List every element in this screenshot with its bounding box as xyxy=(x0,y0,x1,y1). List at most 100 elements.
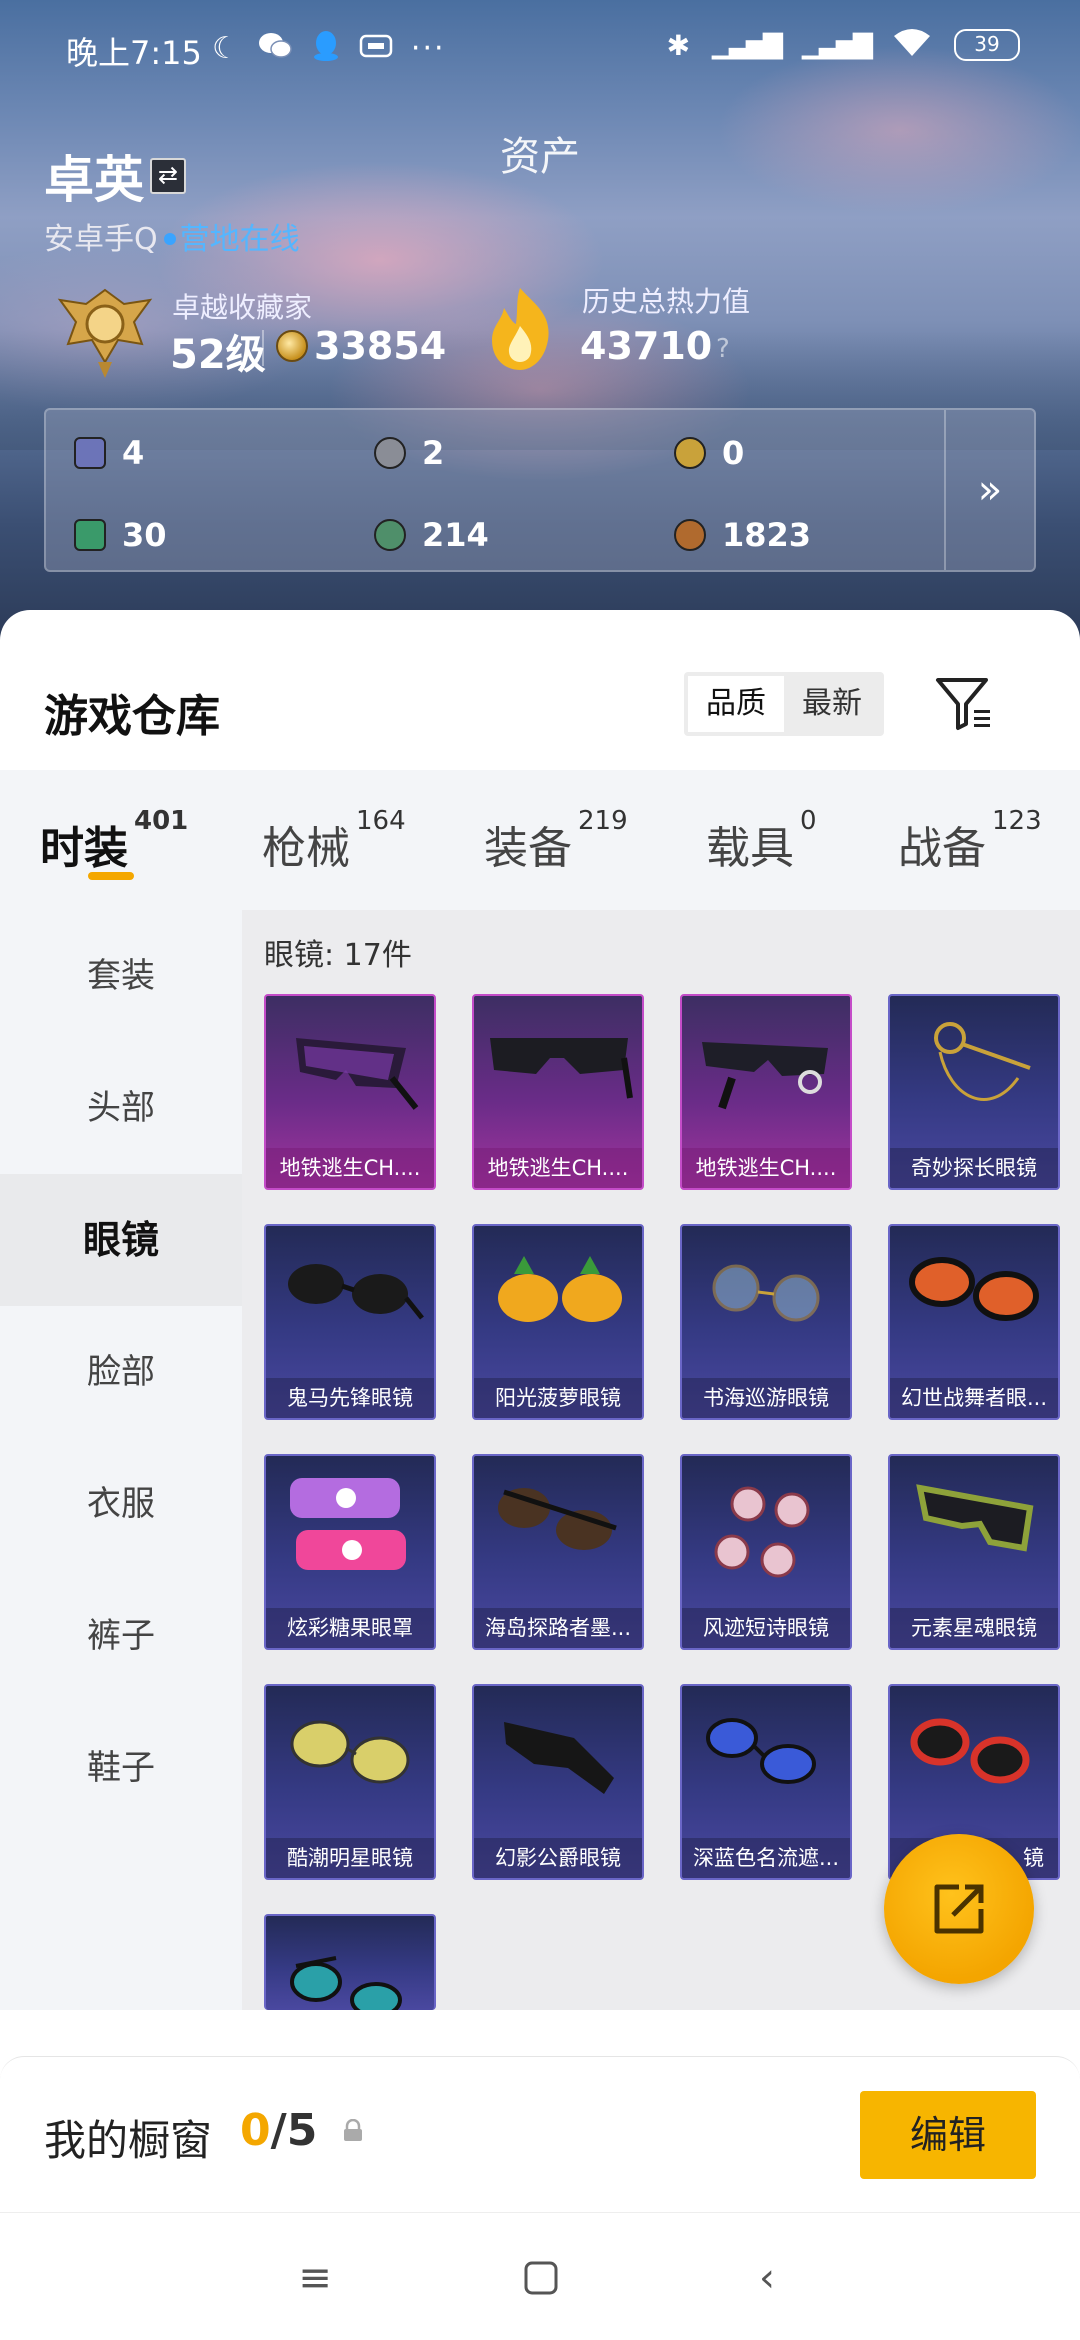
tab-weapons[interactable]: 枪械164 xyxy=(262,806,406,876)
currency-stats-panel[interactable]: 4 2 0 30 214 1823 » xyxy=(44,408,1036,572)
filter-icon[interactable] xyxy=(934,674,994,734)
jade-coin-icon xyxy=(374,519,406,551)
silver-coin-icon xyxy=(374,437,406,469)
online-dot-icon xyxy=(163,232,176,245)
item-name: 海岛探路者墨... xyxy=(474,1608,642,1648)
share-icon xyxy=(934,1884,984,1934)
tab-count: 164 xyxy=(356,806,406,836)
stat-value: 30 xyxy=(122,516,167,554)
item-name: 元素星魂眼镜 xyxy=(890,1608,1058,1648)
brown-sunglasses-icon xyxy=(498,1488,617,1550)
heat-value: 43710 xyxy=(580,324,713,368)
item-card[interactable]: 幻影公爵眼镜 xyxy=(472,1684,644,1880)
sidebar-item-head[interactable]: 头部 xyxy=(0,1042,242,1174)
menu-icon[interactable]: ≡ xyxy=(290,2253,340,2303)
tab-vehicles[interactable]: 载具0 xyxy=(706,806,817,876)
switch-account-button[interactable]: ⇄ xyxy=(150,158,186,194)
stat-item: 0 xyxy=(674,434,744,472)
item-card[interactable]: 幻世战舞者眼... xyxy=(888,1224,1060,1420)
online-status: 营地在线 xyxy=(179,222,300,257)
qq-icon xyxy=(311,30,341,66)
status-time: 晚上7:15 xyxy=(66,34,202,72)
bronze-coin-icon xyxy=(674,519,706,551)
pineapple-glasses-icon xyxy=(498,1256,622,1322)
item-card[interactable]: 酷潮明星眼镜 xyxy=(264,1684,436,1880)
share-button[interactable] xyxy=(884,1834,1034,1984)
rank-medal-icon xyxy=(57,288,153,378)
item-name: 阳光菠萝眼镜 xyxy=(474,1378,642,1418)
item-card[interactable]: 深蓝色名流遮... xyxy=(680,1684,852,1880)
item-card[interactable] xyxy=(264,1914,436,2010)
sort-newest-button[interactable]: 最新 xyxy=(784,676,880,732)
category-tabs: 时装401 枪械164 装备219 载具0 战备123 xyxy=(0,770,1080,920)
item-card[interactable]: 鬼马先锋眼镜 xyxy=(264,1224,436,1420)
item-card[interactable]: 地铁逃生CH.... xyxy=(264,994,436,1190)
item-name: 书海巡游眼镜 xyxy=(682,1378,850,1418)
tab-label: 枪械 xyxy=(262,823,350,874)
warehouse-title: 游戏仓库 xyxy=(44,691,220,742)
moon-icon: ☾ xyxy=(212,30,239,66)
sidebar-item-shoes[interactable]: 鞋子 xyxy=(0,1702,242,1834)
item-card[interactable]: 元素星魂眼镜 xyxy=(888,1454,1060,1650)
edit-button[interactable]: 编辑 xyxy=(860,2091,1036,2179)
item-name: 奇妙探长眼镜 xyxy=(890,1148,1058,1188)
item-name: 风迹短诗眼镜 xyxy=(682,1608,850,1648)
sort-quality-button[interactable]: 品质 xyxy=(688,676,784,732)
tab-count: 0 xyxy=(800,806,817,836)
item-card[interactable]: 海岛探路者墨... xyxy=(472,1454,644,1650)
battery-icon: 39 xyxy=(954,29,1020,61)
item-card[interactable]: 风迹短诗眼镜 xyxy=(680,1454,852,1650)
purple-card-icon xyxy=(74,437,106,469)
tab-fashion[interactable]: 时装401 xyxy=(40,806,188,876)
item-name: 地铁逃生CH.... xyxy=(266,1148,434,1188)
showcase-bar: 我的橱窗 0/5 编辑 xyxy=(0,2056,1080,2212)
item-name: 地铁逃生CH.... xyxy=(682,1148,850,1188)
home-icon[interactable] xyxy=(516,2253,566,2303)
gold-token-icon xyxy=(674,437,706,469)
sidebar-item-pants[interactable]: 裤子 xyxy=(0,1570,242,1702)
bluetooth-icon: ✱ xyxy=(666,28,691,62)
item-count-label: 眼镜: 17件 xyxy=(264,938,412,973)
stat-value: 0 xyxy=(722,434,745,472)
rank-divider xyxy=(262,330,264,366)
blue-mirror-sunglasses-icon xyxy=(706,1718,816,1784)
expand-arrow-icon[interactable]: » xyxy=(944,410,1034,570)
candy-eye-mask-icon xyxy=(290,1478,406,1570)
showcase-count: 0/5 xyxy=(240,2105,317,2156)
sidebar-item-clothes[interactable]: 衣服 xyxy=(0,1438,242,1570)
sidebar-item-glasses[interactable]: 眼镜 xyxy=(0,1174,242,1306)
item-card[interactable]: 奇妙探长眼镜 xyxy=(888,994,1060,1190)
tab-count: 401 xyxy=(134,806,189,836)
sidebar-item-face[interactable]: 脸部 xyxy=(0,1306,242,1438)
aviator-sunglasses-icon xyxy=(290,1720,410,1784)
item-name: 深蓝色名流遮... xyxy=(682,1838,850,1878)
item-card[interactable]: 地铁逃生CH.... xyxy=(472,994,644,1190)
orange-lens-sunglasses-icon xyxy=(909,1257,1039,1321)
sidebar-item-sets[interactable]: 套装 xyxy=(0,910,242,1042)
showcase-total: /5 xyxy=(270,2105,318,2156)
subcategory-sidebar: 套装 头部 眼镜 脸部 衣服 裤子 鞋子 xyxy=(0,910,242,2010)
active-tab-indicator xyxy=(88,872,134,880)
tab-equipment[interactable]: 装备219 xyxy=(484,806,628,876)
item-card[interactable]: 书海巡游眼镜 xyxy=(680,1224,852,1420)
green-card-icon xyxy=(74,519,106,551)
stat-value: 214 xyxy=(422,516,489,554)
profile-header: 晚上7:15 ☾ ··· ✱ ▁▃▅▇ ▁▃▅▇ 39 资产 卓英 ⇄ 安卓手Q… xyxy=(0,0,1080,640)
item-card[interactable]: 阳光菠萝眼镜 xyxy=(472,1224,644,1420)
collection-coin-icon xyxy=(276,330,308,362)
collection-coins: 33854 xyxy=(314,324,447,368)
sort-toggle: 品质 最新 xyxy=(684,672,884,736)
stat-item: 30 xyxy=(74,516,167,554)
item-name: 酷潮明星眼镜 xyxy=(266,1838,434,1878)
shield-sunglasses-icon xyxy=(296,1038,419,1110)
item-card[interactable]: 地铁逃生CH.... xyxy=(680,994,852,1190)
item-name: 鬼马先锋眼镜 xyxy=(266,1378,434,1418)
pink-round-glasses-icon xyxy=(714,1486,810,1578)
stat-item: 2 xyxy=(374,434,444,472)
dark-sunglasses-icon xyxy=(288,1264,424,1320)
tab-count: 219 xyxy=(578,806,628,836)
back-icon[interactable]: ‹ xyxy=(742,2253,792,2303)
help-icon[interactable]: ? xyxy=(716,334,730,364)
tab-battle-prep[interactable]: 战备123 xyxy=(898,806,1042,876)
item-card[interactable]: 炫彩糖果眼罩 xyxy=(264,1454,436,1650)
